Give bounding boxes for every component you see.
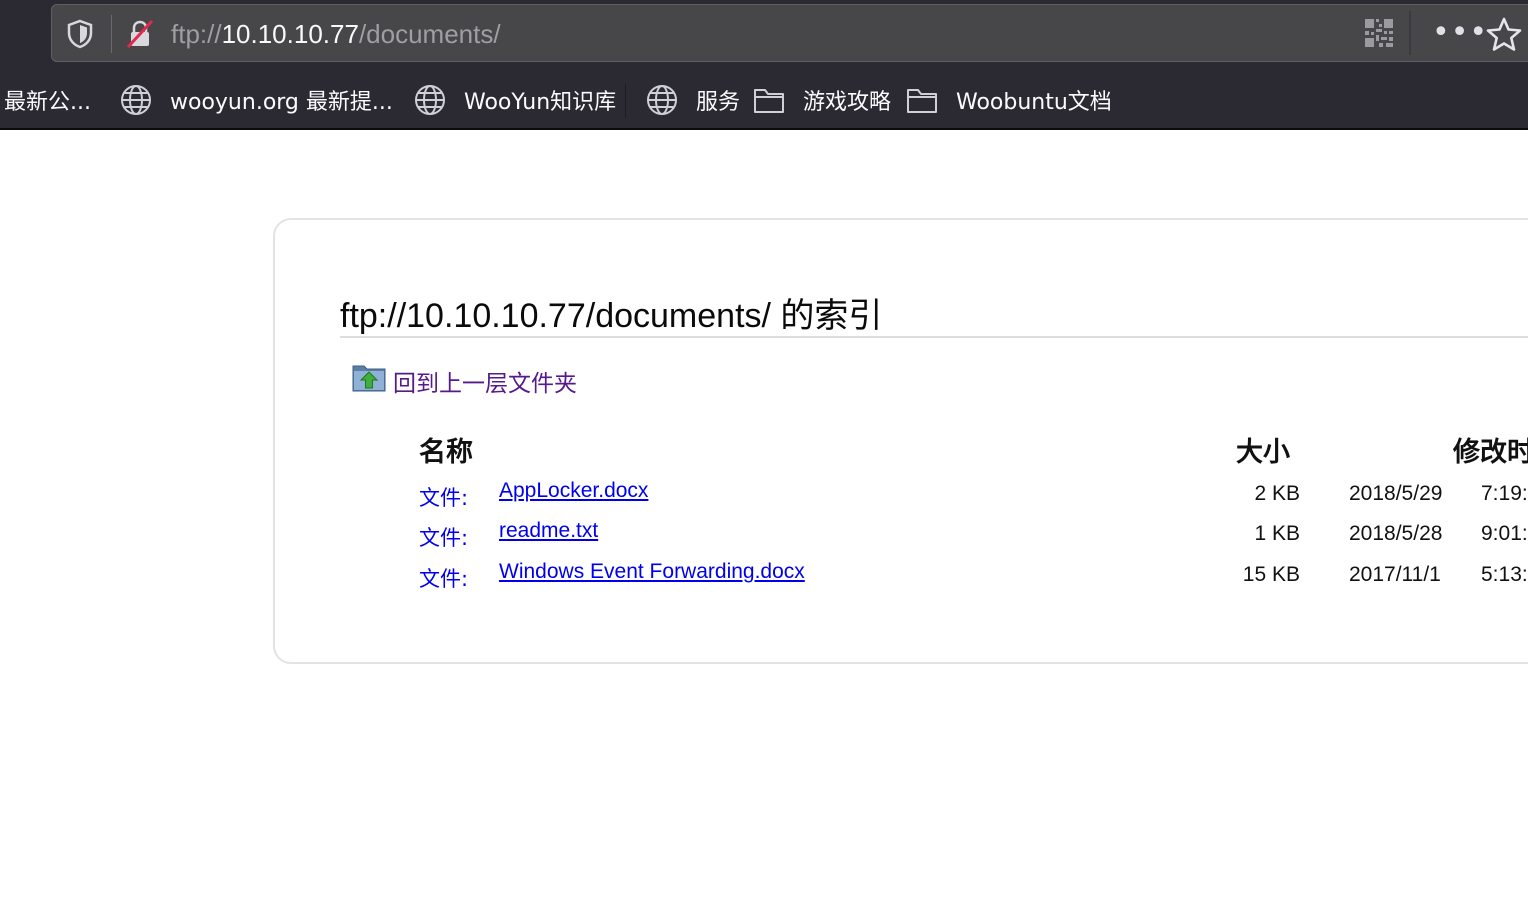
title-divider xyxy=(340,336,1528,338)
url-host: 10.10.10.77 xyxy=(221,19,359,49)
table-row: 文件: AppLocker.docx 2 KB 2018/5/29 7:19: xyxy=(0,477,1528,517)
parent-directory-link[interactable]: 回到上一层文件夹 xyxy=(393,364,577,398)
file-link[interactable]: Windows Event Forwarding.docx xyxy=(499,560,805,584)
toolbar-border xyxy=(0,128,1528,130)
insecure-lock-icon[interactable] xyxy=(124,18,156,50)
url-text[interactable]: ftp://10.10.10.77/documents/ xyxy=(171,15,501,53)
globe-icon xyxy=(415,85,445,115)
bookmarks-toolbar: 最新公... wooyun.org 最新提... WooYun知识库 服务 游戏… xyxy=(0,72,1528,128)
globe-icon xyxy=(647,85,677,115)
bookmark-item-services[interactable]: 服务 xyxy=(646,72,740,128)
bookmark-star-icon[interactable] xyxy=(1484,15,1524,55)
file-link[interactable]: AppLocker.docx xyxy=(499,479,648,503)
file-type-label[interactable]: 文件: xyxy=(419,522,468,552)
bookmark-folder-woobuntu[interactable]: Woobuntu文档 xyxy=(906,72,1112,128)
file-time: 7:19: xyxy=(1481,482,1528,505)
file-size: 1 KB xyxy=(1254,522,1300,545)
column-header-modified[interactable]: 修改时 xyxy=(1453,430,1528,469)
url-scheme: ftp:// xyxy=(171,19,222,49)
bookmark-item-wooyun-kb[interactable]: WooYun知识库 xyxy=(414,72,616,128)
file-size: 15 KB xyxy=(1242,563,1300,586)
bookmark-label: WooYun知识库 xyxy=(464,90,617,115)
table-row: 文件: readme.txt 1 KB 2018/5/28 9:01: xyxy=(0,517,1528,557)
bookmark-label: Woobuntu文档 xyxy=(956,90,1112,115)
table-row: 文件: Windows Event Forwarding.docx 15 KB … xyxy=(0,558,1528,598)
file-time: 5:13: xyxy=(1481,563,1528,586)
parent-folder-icon[interactable] xyxy=(352,360,386,392)
folder-icon xyxy=(754,89,784,113)
globe-icon xyxy=(121,85,151,115)
column-header-name[interactable]: 名称 xyxy=(419,430,473,469)
bookmark-folder-games[interactable]: 游戏攻略 xyxy=(753,72,891,128)
tracking-protection-shield-icon[interactable] xyxy=(66,19,94,49)
address-bar[interactable]: ftp://10.10.10.77/documents/ ••• xyxy=(51,4,1528,62)
file-date: 2017/11/1 xyxy=(1349,563,1441,586)
page-title: ftp://10.10.10.77/documents/ 的索引 xyxy=(340,297,883,335)
bookmark-label: wooyun.org 最新提... xyxy=(170,90,393,115)
browser-toolbar: ftp://10.10.10.77/documents/ ••• 最新公... … xyxy=(0,0,1528,130)
file-size: 2 KB xyxy=(1254,482,1300,505)
bookmark-label: 最新公... xyxy=(4,90,91,115)
file-link[interactable]: readme.txt xyxy=(499,519,598,543)
page-actions-separator xyxy=(1409,11,1411,55)
folder-icon xyxy=(907,89,937,113)
file-date: 2018/5/28 xyxy=(1349,522,1443,545)
bookmark-item-1[interactable]: 最新公... xyxy=(4,72,91,128)
address-bar-separator xyxy=(111,15,112,53)
bookmark-label: 服务 xyxy=(696,90,741,115)
bookmark-item-wooyun-org[interactable]: wooyun.org 最新提... xyxy=(120,72,393,128)
file-type-label[interactable]: 文件: xyxy=(419,482,468,512)
bookmark-separator xyxy=(625,84,626,118)
column-header-size[interactable]: 大小 xyxy=(1236,430,1290,469)
qr-code-icon[interactable] xyxy=(1364,17,1394,49)
file-time: 9:01: xyxy=(1481,522,1528,545)
url-path: /documents/ xyxy=(358,19,501,49)
file-date: 2018/5/29 xyxy=(1349,482,1443,505)
file-type-label[interactable]: 文件: xyxy=(419,563,468,593)
page-actions-menu-button[interactable]: ••• xyxy=(1432,13,1487,53)
bookmark-label: 游戏攻略 xyxy=(803,90,892,115)
